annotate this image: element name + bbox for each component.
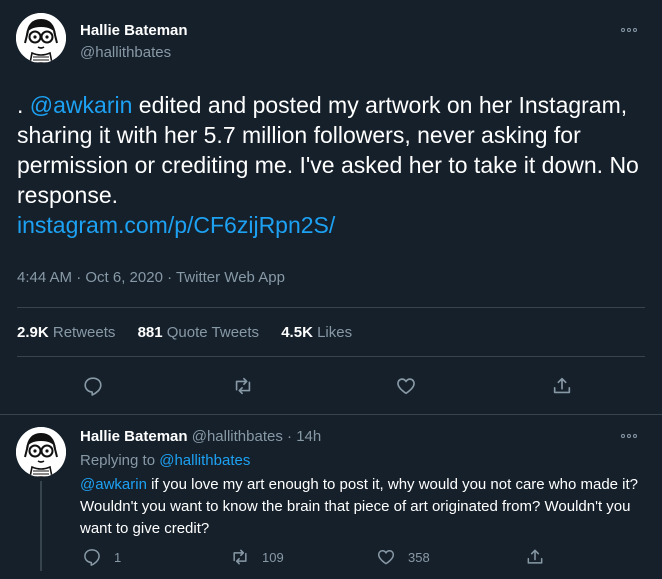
- retweet-button[interactable]: [232, 375, 254, 397]
- avatar[interactable]: [16, 13, 66, 63]
- reply-author-handle[interactable]: @hallithbates: [192, 428, 283, 445]
- reply-separator: ·: [287, 428, 293, 445]
- retweets-label: Retweets: [52, 324, 116, 341]
- reply-retweet-button[interactable]: 109: [230, 547, 284, 567]
- quotes-count: 881: [137, 324, 163, 341]
- likes-label: Likes: [317, 324, 353, 341]
- retweet-icon: [235, 377, 251, 395]
- like-count: 358: [408, 549, 430, 565]
- replying-to-link[interactable]: @hallithbates: [159, 452, 250, 469]
- reply-author-name[interactable]: Hallie Bateman: [80, 428, 188, 445]
- share-button[interactable]: [551, 375, 573, 397]
- replying-to: Replying to @hallithbates: [80, 452, 250, 469]
- tweet-timestamp[interactable]: 4:44 AM · Oct 6, 2020 · Twitter Web App: [17, 269, 285, 286]
- reply-text-body: if you love my art enough to post it, wh…: [80, 476, 639, 537]
- reply-mention-link[interactable]: @awkarin: [80, 476, 147, 493]
- reply-share-button[interactable]: [525, 547, 545, 567]
- divider: [0, 414, 662, 415]
- tweet-text: . @awkarin edited and posted my artwork …: [17, 90, 647, 240]
- retweet-icon: [233, 549, 247, 565]
- more-icon[interactable]: [621, 27, 639, 33]
- thread-line: [40, 481, 42, 571]
- like-button[interactable]: [395, 375, 417, 397]
- replying-label: Replying to: [80, 452, 156, 469]
- reply-icon: [84, 377, 102, 396]
- reply-text: @awkarin if you love my art enough to po…: [80, 474, 640, 540]
- retweets-stat[interactable]: 2.9K Retweets: [17, 324, 115, 341]
- reply-button[interactable]: [82, 375, 104, 397]
- author-name[interactable]: Hallie Bateman: [80, 22, 188, 39]
- quotes-label: Quote Tweets: [166, 324, 260, 341]
- retweets-count: 2.9K: [17, 324, 49, 341]
- reply-icon: [84, 549, 100, 566]
- avatar[interactable]: [16, 427, 66, 477]
- reply-time[interactable]: 14h: [296, 428, 321, 445]
- like-icon: [397, 378, 415, 395]
- author-handle[interactable]: @hallithbates: [80, 44, 171, 61]
- more-icon[interactable]: [621, 433, 639, 439]
- divider: [17, 356, 645, 357]
- divider: [17, 307, 645, 308]
- likes-count: 4.5K: [281, 324, 313, 341]
- stats-row: 2.9K Retweets 881 Quote Tweets 4.5K Like…: [17, 324, 352, 341]
- instagram-link[interactable]: instagram.com/p/CF6zijRpn2S/: [17, 212, 335, 238]
- likes-stat[interactable]: 4.5K Likes: [281, 324, 352, 341]
- reply-header: Hallie Bateman @hallithbates · 14h: [80, 428, 321, 445]
- mention-link[interactable]: @awkarin: [30, 92, 133, 118]
- reply-reply-button[interactable]: 1: [82, 547, 121, 567]
- share-icon: [527, 549, 543, 564]
- quotes-stat[interactable]: 881 Quote Tweets: [138, 324, 259, 341]
- tweet-text-lead: .: [17, 92, 30, 118]
- retweet-count: 109: [262, 549, 284, 565]
- reply-count: 1: [114, 549, 122, 565]
- reply-like-button[interactable]: 358: [376, 547, 430, 567]
- share-icon: [553, 377, 571, 394]
- like-icon: [377, 550, 395, 565]
